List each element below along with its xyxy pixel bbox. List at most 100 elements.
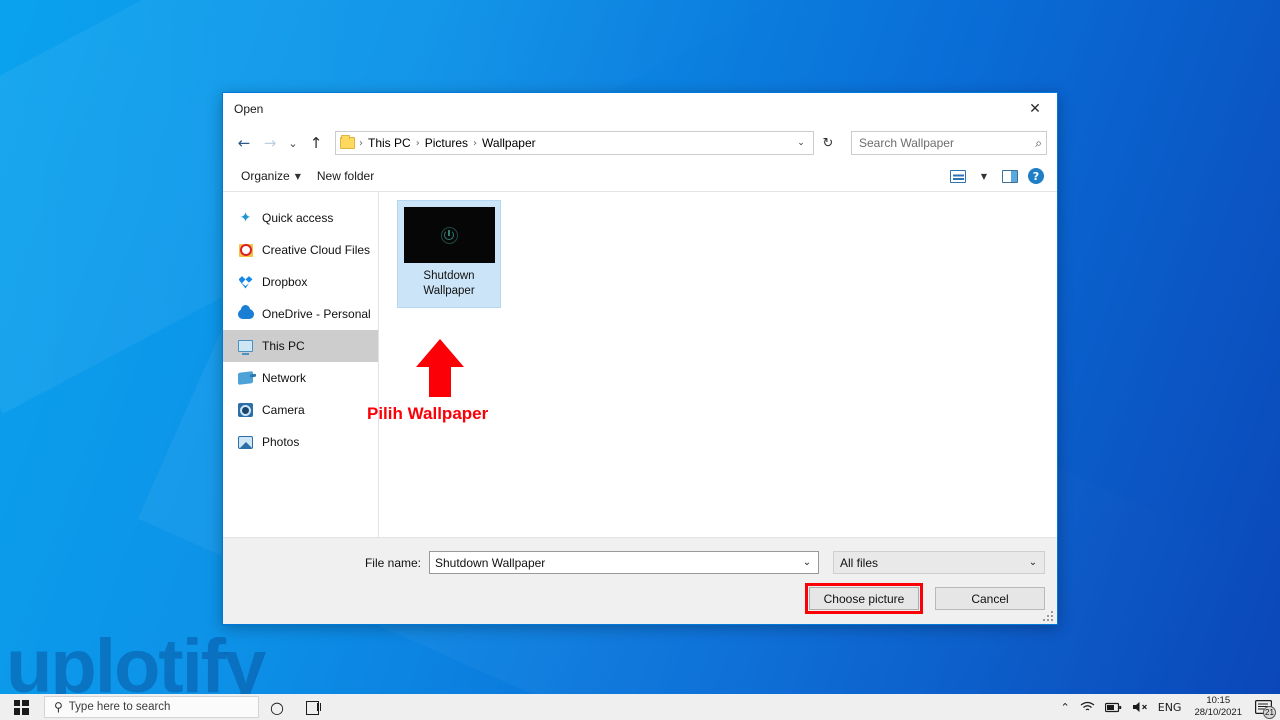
onedrive-cloud-icon — [237, 305, 254, 322]
system-tray: ⌃ ENG 10:15 28/10/2021 21 — [1056, 694, 1280, 720]
folder-icon — [340, 135, 355, 149]
sidebar-item-label: Photos — [262, 435, 300, 449]
file-name-input[interactable] — [435, 555, 798, 570]
preview-pane-button[interactable] — [997, 164, 1023, 188]
file-item-shutdown-wallpaper[interactable]: Shutdown Wallpaper — [397, 200, 501, 308]
battery-glyph — [1104, 702, 1121, 712]
dialog-title: Open — [234, 102, 264, 116]
battery-icon[interactable] — [1100, 694, 1127, 720]
tray-expand-chevron-up-icon[interactable]: ⌃ — [1056, 694, 1075, 720]
desktop: uplotify Open ✕ ← → ⌄ ↑ › This PC › Pict… — [0, 0, 1280, 720]
file-type-filter-select[interactable]: All files ⌄ — [833, 551, 1045, 574]
dialog-button-row: Choose picture Cancel — [235, 583, 1045, 614]
organize-label: Organize — [241, 169, 290, 183]
search-box[interactable]: ⌕ — [851, 131, 1047, 155]
address-bar[interactable]: › This PC › Pictures › Wallpaper ⌄ — [335, 131, 814, 155]
navigation-bar: ← → ⌄ ↑ › This PC › Pictures › Wallpaper… — [223, 125, 1057, 161]
windows-logo-icon — [13, 699, 29, 715]
this-pc-icon — [237, 338, 254, 355]
sidebar-item-quick-access[interactable]: ✦ Quick access — [223, 202, 378, 234]
back-icon[interactable]: ← — [231, 130, 257, 156]
clock-date: 28/10/2021 — [1194, 707, 1242, 718]
cancel-button[interactable]: Cancel — [935, 587, 1045, 610]
sidebar-item-label: Creative Cloud Files — [262, 243, 371, 257]
view-options-chevron-down-icon[interactable]: ▼ — [971, 164, 997, 188]
chevron-down-glyph: ▼ — [980, 171, 988, 181]
sidebar-item-label: Dropbox — [262, 275, 308, 289]
wifi-icon[interactable] — [1075, 694, 1100, 720]
file-type-filter-value: All files — [840, 555, 879, 570]
address-chevron-down-icon[interactable]: ⌄ — [791, 132, 811, 154]
search-input[interactable] — [859, 136, 1036, 150]
task-view-icon — [305, 701, 321, 715]
clock[interactable]: 10:15 28/10/2021 — [1186, 695, 1250, 719]
taskbar-search-placeholder: Type here to search — [68, 701, 171, 713]
sidebar-item-photos[interactable]: Photos — [223, 426, 378, 458]
forward-icon[interactable]: → — [257, 130, 283, 156]
sidebar-item-label: OneDrive - Personal — [262, 307, 371, 321]
sidebar-item-this-pc[interactable]: This PC — [223, 330, 378, 362]
sidebar-item-creative-cloud-files[interactable]: Creative Cloud Files — [223, 234, 378, 266]
camera-icon — [237, 402, 254, 418]
network-icon — [237, 370, 254, 386]
task-view-button[interactable] — [295, 694, 331, 720]
open-file-dialog: Open ✕ ← → ⌄ ↑ › This PC › Pictures › Wa… — [222, 92, 1058, 625]
view-layout-icon — [950, 169, 966, 183]
cortana-button[interactable]: ○ — [259, 694, 295, 720]
help-icon: ? — [1028, 168, 1044, 184]
file-name-line-1: Shutdown — [423, 270, 475, 282]
resize-grip-icon[interactable] — [1042, 610, 1054, 622]
dialog-titlebar: Open ✕ — [223, 93, 1057, 125]
file-name-label: File name: — [364, 555, 421, 570]
start-button[interactable] — [0, 694, 42, 720]
sidebar-item-label: Network — [262, 371, 307, 385]
new-folder-button[interactable]: New folder — [309, 165, 382, 187]
sidebar-item-camera[interactable]: Camera — [223, 394, 378, 426]
recent-locations-chevron-down-icon[interactable]: ⌄ — [283, 130, 303, 156]
file-thumbnail — [403, 207, 495, 263]
creative-cloud-icon — [237, 242, 254, 258]
choose-picture-button[interactable]: Choose picture — [809, 587, 919, 610]
notification-center-button[interactable]: 21 — [1250, 694, 1276, 720]
chevron-down-icon: ▼ — [294, 171, 301, 181]
annotation-up-arrow-icon — [416, 339, 464, 397]
organize-button[interactable]: Organize ▼ — [233, 165, 309, 187]
sidebar-item-onedrive-personal[interactable]: OneDrive - Personal — [223, 298, 378, 330]
command-bar: Organize ▼ New folder ▼ ? — [223, 161, 1057, 192]
breadcrumb-wallpaper[interactable]: Wallpaper — [478, 134, 540, 152]
navigation-sidebar: ✦ Quick access Creative Cloud Files Drop… — [223, 192, 379, 537]
sidebar-item-label: Quick access — [262, 211, 334, 225]
dialog-footer: File name: ⌄ All files ⌄ Choose picture … — [223, 538, 1057, 624]
up-one-level-icon[interactable]: ↑ — [303, 130, 329, 156]
breadcrumb-this-pc[interactable]: This PC — [364, 134, 415, 152]
dropbox-icon — [237, 274, 254, 290]
annotation-text: Pilih Wallpaper — [367, 404, 489, 423]
breadcrumb-pictures[interactable]: Pictures — [421, 134, 472, 152]
volume-muted-icon[interactable] — [1127, 694, 1153, 720]
file-name-combobox[interactable]: ⌄ — [429, 551, 819, 574]
dialog-body: ✦ Quick access Creative Cloud Files Drop… — [223, 192, 1057, 538]
file-list-pane[interactable]: Shutdown Wallpaper Pilih Wallpaper — [367, 192, 1057, 537]
sidebar-item-label: This PC — [262, 339, 305, 353]
taskbar-search-box[interactable]: ⚲ Type here to search — [44, 696, 259, 718]
power-symbol-icon — [440, 226, 458, 244]
keyboard-language-indicator[interactable]: ENG — [1153, 694, 1187, 720]
search-icon: ⌕ — [1035, 135, 1042, 150]
clock-time: 10:15 — [1206, 695, 1231, 706]
help-button[interactable]: ? — [1023, 164, 1049, 188]
photos-icon — [237, 434, 254, 450]
refresh-icon[interactable]: ↻ — [815, 131, 841, 155]
sidebar-item-dropbox[interactable]: Dropbox — [223, 266, 378, 298]
close-icon[interactable]: ✕ — [1013, 94, 1057, 125]
choose-picture-highlight: Choose picture — [805, 583, 923, 614]
file-name-line-2: Wallpaper — [423, 285, 475, 297]
wifi-glyph — [1080, 701, 1095, 711]
sidebar-item-network[interactable]: Network — [223, 362, 378, 394]
file-name-row: File name: ⌄ All files ⌄ — [235, 551, 1045, 574]
change-view-button[interactable] — [945, 164, 971, 188]
file-type-chevron-down-icon[interactable]: ⌄ — [1024, 552, 1042, 573]
preview-pane-icon — [1002, 169, 1018, 183]
sidebar-item-label: Camera — [262, 403, 305, 417]
volume-muted-glyph — [1132, 702, 1147, 712]
file-name-chevron-down-icon[interactable]: ⌄ — [798, 552, 816, 573]
